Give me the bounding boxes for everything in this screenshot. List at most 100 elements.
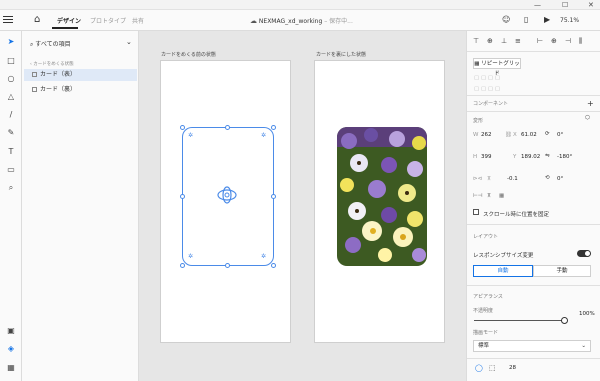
layers-panel: ⌕ すべての項目 ⌄ ‹ カードをめくる状態 カード（表） カード（裏）: [22, 31, 139, 381]
responsive-toggle[interactable]: [577, 250, 591, 257]
assets-icon[interactable]: ▣: [6, 326, 16, 336]
align-text-icon[interactable]: ⊼: [487, 193, 491, 199]
artboard-title-1[interactable]: カードをめくる前の状態: [161, 51, 216, 58]
artboard-title-2[interactable]: カードを裏にした状態: [316, 51, 366, 58]
tools-panel: ➤ □ ○ △ / ✎ T ▭ ⌕ ▣ ◈ ▦: [0, 31, 22, 381]
boolean-ops-icons: ▢ ▢ ▢ ▢: [474, 75, 501, 81]
path-ops-icons: ▢ ▢ ▢ ▢: [474, 86, 501, 92]
rotation-3d-field[interactable]: 0°: [557, 176, 563, 182]
resize-handle[interactable]: [180, 194, 185, 199]
tab-design[interactable]: デザイン: [57, 16, 81, 25]
lock-aspect-icon[interactable]: ⛓: [505, 132, 512, 138]
user-icon[interactable]: ☺: [502, 15, 510, 24]
corner-radius-individual-icon[interactable]: ⬚: [489, 364, 496, 372]
height-field[interactable]: 399: [481, 154, 492, 160]
width-field[interactable]: 262: [481, 132, 492, 138]
blend-mode-label: 描画モード: [473, 330, 499, 336]
resize-handle[interactable]: [271, 125, 276, 130]
rotation-field[interactable]: 0°: [557, 132, 563, 138]
hamburger-menu-icon[interactable]: [3, 16, 13, 26]
opacity-slider-knob[interactable]: [561, 317, 568, 324]
tab-prototype[interactable]: プロトタイプ: [90, 16, 126, 25]
zoom-level[interactable]: 75.1%: [560, 17, 579, 24]
align-right-icon[interactable]: ⊣: [565, 37, 571, 45]
align-left-icon[interactable]: ⊢: [537, 37, 543, 45]
align-top-icon[interactable]: ⊤: [473, 37, 479, 45]
layer-group-label[interactable]: ‹ カードをめくる状態: [30, 61, 74, 67]
distribute-horizontal-icon[interactable]: ⫼: [579, 37, 582, 46]
corner-radius-all-icon[interactable]: ◯: [475, 364, 483, 372]
artboard-tool-icon[interactable]: ▭: [6, 165, 16, 175]
flower-photo-card[interactable]: [337, 127, 427, 266]
resize-handle[interactable]: [271, 194, 276, 199]
resize-handle[interactable]: [180, 263, 185, 268]
component-icon[interactable]: [216, 185, 238, 205]
home-icon[interactable]: ⌂: [34, 14, 40, 25]
repeat-grid-button[interactable]: ▦ リピートグリッド: [473, 58, 521, 77]
layer-search[interactable]: ⌕ すべての項目 ⌄: [30, 38, 132, 49]
fix-scroll-checkbox[interactable]: [473, 209, 479, 215]
zoom-tool-icon[interactable]: ⌕: [6, 183, 16, 193]
layer-item-card-front[interactable]: カード（表）: [24, 69, 137, 81]
opacity-value[interactable]: 100%: [579, 311, 595, 317]
mobile-preview-icon[interactable]: ▯: [524, 15, 528, 24]
corner-radius-field[interactable]: 28: [509, 365, 516, 371]
chevron-down-icon[interactable]: ⌄: [126, 38, 132, 46]
blend-mode-select[interactable]: 標準 ⌄: [473, 340, 591, 352]
align-middle-icon[interactable]: ⊕: [487, 37, 493, 45]
polygon-tool-icon[interactable]: △: [6, 92, 16, 102]
align-bottom-icon[interactable]: ⊥: [501, 37, 507, 45]
distribute-icon[interactable]: ⊢⊣: [473, 193, 483, 199]
auto-option[interactable]: 自動: [473, 265, 533, 277]
skew-field[interactable]: -0.1: [507, 176, 518, 182]
minimize-button[interactable]: —: [534, 1, 541, 9]
responsive-label: レスポンシブサイズ変更: [473, 253, 534, 259]
distribute-vertical-icon[interactable]: ≡: [515, 37, 521, 45]
skew-icon: ⊳⊲: [473, 176, 483, 182]
corner-radius-handle-icon[interactable]: ✲: [261, 254, 266, 260]
layer-icon: [32, 72, 37, 77]
opacity-label: 不透明度: [473, 308, 494, 314]
responsive-resize-icon[interactable]: ⬡: [585, 115, 590, 121]
layer-icon: [32, 87, 37, 92]
corner-radius-handle-icon[interactable]: ✲: [188, 133, 193, 139]
resize-handle[interactable]: [180, 125, 185, 130]
property-inspector: ⊤ ⊕ ⊥ ≡ ⊢ ⊕ ⊣ ⫼ ▦ リピートグリッド ▢ ▢ ▢ ▢ ▢ ▢ ▢…: [466, 31, 600, 381]
layers-icon[interactable]: ◈: [6, 344, 16, 354]
opacity-slider[interactable]: [474, 320, 562, 321]
line-tool-icon[interactable]: /: [6, 110, 16, 120]
tab-share[interactable]: 共有: [132, 16, 144, 25]
y-field[interactable]: 189.02: [521, 154, 540, 160]
flip-rotation-field[interactable]: -180°: [557, 154, 572, 160]
grid-layout-icon[interactable]: ▦: [499, 193, 504, 199]
artboard-1[interactable]: ✲ ✲ ✲ ✲: [160, 60, 291, 343]
layer-item-card-back[interactable]: カード（裏）: [24, 84, 137, 96]
rotate-3d-icon: ⟲: [545, 175, 550, 181]
flip-icon: ⇋: [545, 153, 550, 159]
manual-option[interactable]: 手動: [533, 265, 591, 277]
corner-radius-handle-icon[interactable]: ✲: [188, 254, 193, 260]
rectangle-tool-icon[interactable]: □: [6, 56, 16, 66]
corner-radius-handle-icon[interactable]: ✲: [261, 133, 266, 139]
ellipse-tool-icon[interactable]: ○: [6, 74, 16, 84]
text-tool-icon[interactable]: T: [6, 147, 16, 157]
plugins-icon[interactable]: ▦: [6, 363, 16, 373]
document-title[interactable]: ☁ NEXMAG_xd_working – 保存中...: [250, 16, 353, 25]
maximize-button[interactable]: ☐: [562, 1, 568, 9]
window-titlebar: — ☐ ✕: [0, 0, 600, 10]
appearance-section-title: アピアランス: [473, 294, 503, 300]
close-button[interactable]: ✕: [588, 1, 594, 9]
x-field[interactable]: 61.02: [521, 132, 537, 138]
play-icon[interactable]: ▶: [544, 15, 550, 24]
select-tool-icon[interactable]: ➤: [6, 37, 16, 47]
resize-handle[interactable]: [271, 263, 276, 268]
transform-section-title: 変形: [473, 118, 484, 124]
add-component-icon[interactable]: +: [587, 99, 594, 108]
resize-handle[interactable]: [225, 125, 230, 130]
pen-tool-icon[interactable]: ✎: [6, 128, 16, 138]
layout-section-title: レイアウト: [473, 234, 499, 240]
align-center-icon[interactable]: ⊕: [551, 37, 557, 45]
artboard-2[interactable]: [314, 60, 445, 343]
resize-handle[interactable]: [225, 263, 230, 268]
fix-scroll-label: スクロール時に位置を固定: [483, 212, 550, 218]
